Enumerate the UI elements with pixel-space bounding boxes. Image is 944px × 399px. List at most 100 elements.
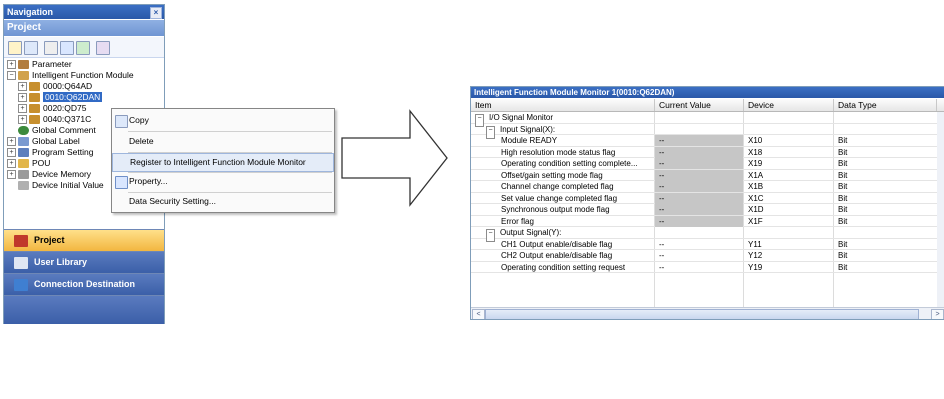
expand-icon[interactable]: + <box>7 148 16 158</box>
column-header-current-value[interactable]: Current Value <box>655 99 744 111</box>
property-icon <box>115 176 128 189</box>
item-cell: I/O Signal Monitor <box>489 113 554 122</box>
close-icon[interactable]: × <box>150 7 162 19</box>
comment-icon <box>18 126 29 136</box>
tree-item-intelligent-function-module[interactable]: − Intelligent Function Module <box>7 70 134 81</box>
device-cell: X1A <box>748 170 764 180</box>
module-icon <box>29 93 40 103</box>
expand-icon[interactable]: + <box>7 159 16 169</box>
expand-icon[interactable]: + <box>7 60 16 70</box>
device-cell: Y12 <box>748 251 763 260</box>
table-row[interactable]: Synchronous output mode flag -- X1D Bit <box>471 204 944 216</box>
network-icon[interactable] <box>96 41 110 55</box>
column-header-device[interactable]: Device <box>744 99 834 111</box>
data-type-cell: Bit <box>838 170 848 180</box>
module-folder-icon <box>18 71 29 81</box>
table-row[interactable]: Offset/gain setting mode flag -- X1A Bit <box>471 169 944 181</box>
scroll-left-icon[interactable]: < <box>472 309 485 319</box>
item-cell: Set value change completed flag <box>501 193 618 203</box>
expand-icon[interactable]: + <box>18 93 27 103</box>
tree-item-0040[interactable]: +0040:Q371C <box>18 114 91 125</box>
monitor-table-header: Item Current Value Device Data Type <box>471 99 944 112</box>
table-row[interactable]: Set value change completed flag -- X1C Bit <box>471 192 944 204</box>
table-row[interactable]: Operating condition setting complete... -… <box>471 158 944 170</box>
tree-item-global-comment[interactable]: Global Comment <box>18 125 96 136</box>
table-row[interactable]: Error flag -- X1F Bit <box>471 215 944 227</box>
device-cell: X1C <box>748 193 764 203</box>
table-row[interactable]: − Input Signal(X): <box>471 124 944 139</box>
user-library-label: User Library <box>34 257 88 267</box>
menu-item-register-monitor[interactable]: Register to Intelligent Function Module … <box>112 153 334 172</box>
device-cell: X1D <box>748 205 764 214</box>
table-row[interactable]: CH1 Output enable/disable flag -- Y11 Bit <box>471 239 944 250</box>
table-row[interactable]: High resolution mode status flag -- X18 Bit <box>471 146 944 158</box>
expand-icon[interactable]: + <box>18 104 27 114</box>
property-icon[interactable] <box>60 41 74 55</box>
expand-icon[interactable]: + <box>18 82 27 92</box>
device-cell: Y11 <box>748 239 762 249</box>
memory-icon <box>18 170 29 180</box>
data-type-cell <box>838 124 934 135</box>
table-row[interactable]: Module READY -- X10 Bit <box>471 135 944 147</box>
tree-item-device-memory[interactable]: + Device Memory <box>7 169 91 180</box>
tree-item-program-setting[interactable]: + Program Setting <box>7 147 93 158</box>
tree-item-parameter[interactable]: + Parameter <box>7 59 72 70</box>
tree-item-label: Intelligent Function Module <box>32 70 134 80</box>
module-icon <box>29 104 40 114</box>
horizontal-scrollbar[interactable]: < > <box>471 307 944 319</box>
menu-item-label: Data Security Setting... <box>129 196 216 206</box>
column-header-item[interactable]: Item <box>471 99 655 111</box>
device-cell: Y19 <box>748 262 763 272</box>
tree-item-0000[interactable]: +0000:Q64AD <box>18 81 92 92</box>
project-section-header: Project <box>4 20 164 36</box>
data-type-cell: Bit <box>838 136 848 145</box>
new-item-icon[interactable] <box>8 41 22 55</box>
copy-icon[interactable] <box>24 41 38 55</box>
tree-item-label: 0000:Q64AD <box>43 81 93 91</box>
tree-item-global-label[interactable]: + Global Label <box>7 136 80 147</box>
module-icon <box>29 115 40 125</box>
expand-icon[interactable]: + <box>18 115 27 125</box>
expand-icon[interactable]: + <box>7 170 16 180</box>
tree-item-0020[interactable]: +0020:QD75 <box>18 103 86 114</box>
table-row[interactable]: − I/O Signal Monitor <box>471 112 944 127</box>
tree-item-0010[interactable]: +0010:Q62DAN <box>18 92 103 103</box>
column-header-data-type[interactable]: Data Type <box>834 99 937 111</box>
data-type-cell: Bit <box>838 159 848 168</box>
data-type-cell: Bit <box>838 216 848 226</box>
project-icon <box>14 234 28 247</box>
vertical-scrollbar[interactable] <box>937 112 944 307</box>
refresh-icon[interactable] <box>76 41 90 55</box>
menu-item-property[interactable]: Property... <box>112 173 334 190</box>
chevron-down-icon[interactable]: » <box>152 378 157 399</box>
menu-item-data-security[interactable]: Data Security Setting... <box>112 193 334 210</box>
menu-item-copy[interactable]: Copy <box>112 112 334 129</box>
current-value-cell <box>655 124 743 135</box>
device-cell <box>748 227 832 238</box>
paste-icon[interactable] <box>44 41 58 55</box>
item-cell: Module READY <box>501 136 558 145</box>
scroll-right-icon[interactable]: > <box>931 309 944 319</box>
current-value-cell: -- <box>655 135 743 146</box>
table-row[interactable]: CH2 Output enable/disable flag -- Y12 Bit <box>471 250 944 262</box>
program-icon <box>18 148 29 158</box>
table-row[interactable]: Operating condition setting request -- Y19… <box>471 262 944 273</box>
current-value-cell: -- <box>659 251 665 260</box>
tree-item-pou[interactable]: + POU <box>7 158 50 169</box>
table-row[interactable]: Channel change completed flag -- X1B Bit <box>471 181 944 193</box>
collapse-icon[interactable]: − <box>7 71 16 81</box>
user-library-button[interactable]: User Library <box>4 251 164 273</box>
menu-item-delete[interactable]: Delete <box>112 133 334 150</box>
tree-item-label: Program Setting <box>32 147 94 157</box>
context-menu: Copy Delete Register to Intelligent Func… <box>111 108 335 213</box>
table-row[interactable]: − Output Signal(Y): <box>471 227 944 242</box>
item-cell: High resolution mode status flag <box>501 147 616 157</box>
data-type-cell: Bit <box>838 147 848 157</box>
scrollbar-thumb[interactable] <box>485 309 919 319</box>
connection-destination-button[interactable]: Connection Destination <box>4 273 164 295</box>
expand-icon[interactable]: + <box>7 137 16 147</box>
tree-item-device-initial-value[interactable]: Device Initial Value <box>18 180 104 191</box>
current-value-cell: -- <box>655 192 743 204</box>
project-view-button[interactable]: Project <box>4 229 164 251</box>
device-cell: X1B <box>748 182 764 191</box>
